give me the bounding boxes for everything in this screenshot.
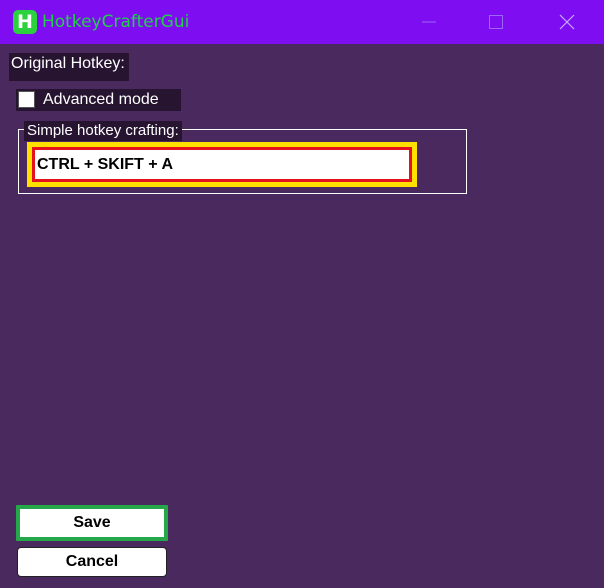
simple-hotkey-legend: Simple hotkey crafting: (24, 121, 182, 141)
advanced-mode-row[interactable]: Advanced mode (16, 89, 181, 111)
app-icon: H (13, 10, 37, 34)
title-bar[interactable]: H HotkeyCrafterGui (0, 0, 604, 44)
advanced-mode-checkbox[interactable] (18, 91, 35, 108)
original-hotkey-label: Original Hotkey: (9, 53, 129, 81)
minimize-icon (422, 21, 436, 23)
save-button[interactable]: Save (16, 505, 168, 541)
hotkey-input[interactable] (35, 150, 409, 179)
hotkey-input-highlight-outer (27, 142, 417, 187)
maximize-button[interactable] (473, 0, 519, 44)
close-icon (559, 14, 575, 30)
maximize-icon (489, 15, 503, 29)
window-title: HotkeyCrafterGui (42, 12, 190, 32)
close-button[interactable] (544, 0, 590, 44)
save-button-label[interactable]: Save (20, 509, 164, 537)
advanced-mode-label[interactable]: Advanced mode (43, 90, 159, 110)
cancel-button[interactable]: Cancel (17, 547, 167, 577)
minimize-button[interactable] (406, 0, 452, 44)
hotkey-input-highlight-inner (32, 147, 412, 182)
